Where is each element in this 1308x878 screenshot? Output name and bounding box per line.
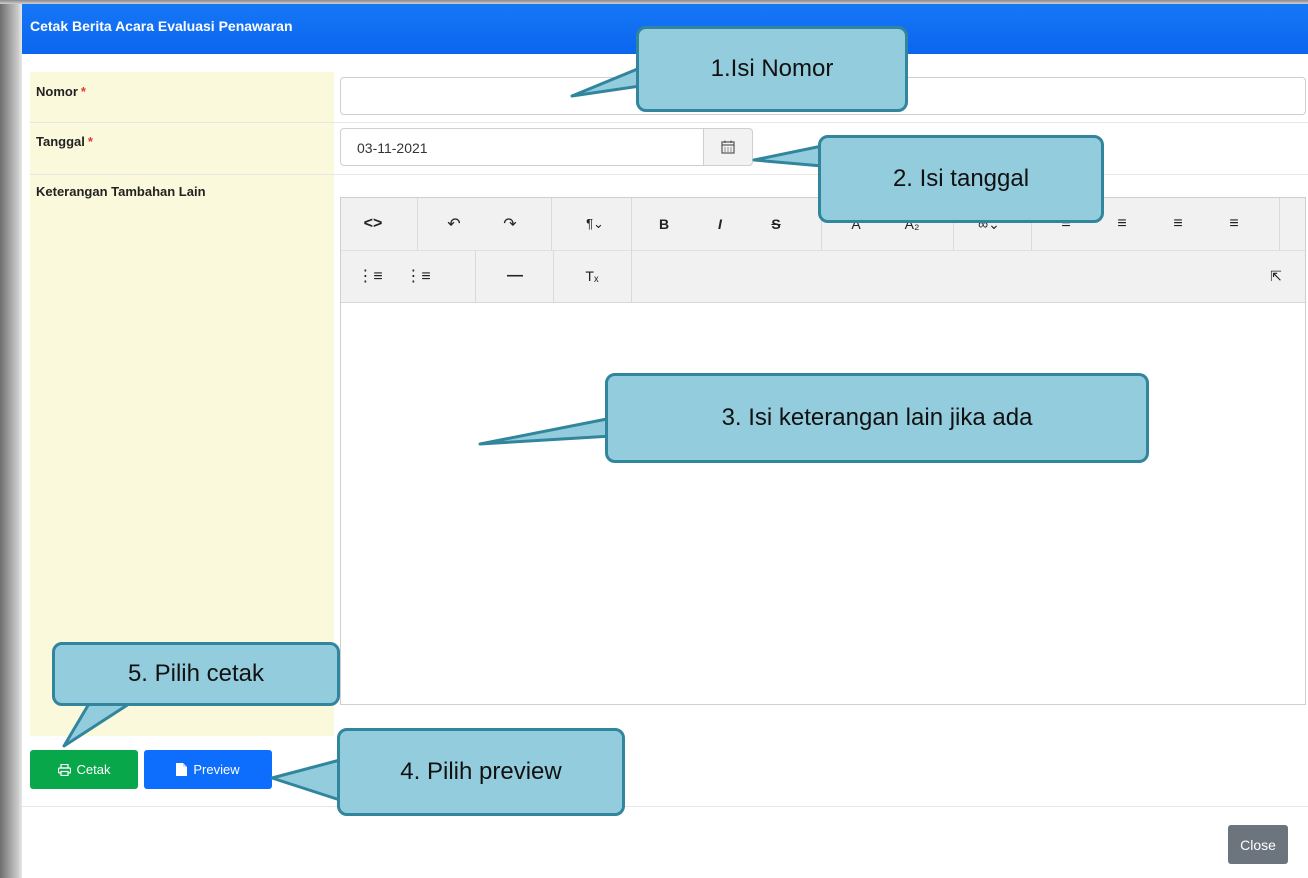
dialog-title: Cetak Berita Acara Evaluasi Penawaran <box>30 18 293 34</box>
undo-icon[interactable]: ↶ <box>439 198 469 250</box>
cetak-button[interactable]: Cetak <box>30 750 138 789</box>
callout-4: 4. Pilih preview <box>337 728 625 816</box>
callout-1: 1.Isi Nomor <box>636 26 908 112</box>
fullscreen-icon[interactable]: ⇱ <box>1261 250 1291 302</box>
unordered-list-icon[interactable]: ⋮≡ <box>403 250 433 302</box>
toolbar-separator <box>1279 198 1280 250</box>
row-divider <box>30 174 1308 175</box>
align-right-icon[interactable]: ≡ <box>1163 198 1193 250</box>
nomor-label: Nomor * <box>36 84 86 99</box>
calendar-icon <box>721 140 735 154</box>
code-view-icon[interactable]: <> <box>355 198 391 250</box>
callout-5: 5. Pilih cetak <box>52 642 340 706</box>
toolbar-separator <box>631 198 632 250</box>
tanggal-input[interactable]: 03-11-2021 <box>340 128 704 166</box>
print-icon <box>57 763 71 776</box>
required-mark: * <box>87 134 93 149</box>
toolbar-separator <box>417 198 418 250</box>
toolbar-row-2: ⋮≡ ⋮≡ — Tₓ ⇱ <box>341 250 1305 302</box>
callout-2: 2. Isi tanggal <box>818 135 1104 223</box>
cetak-label: Cetak <box>76 762 111 777</box>
clear-format-icon[interactable]: Tₓ <box>577 250 607 302</box>
required-mark: * <box>80 84 86 99</box>
ordered-list-icon[interactable]: ⋮≡ <box>355 250 385 302</box>
callout-3: 3. Isi keterangan lain jika ada <box>605 373 1149 463</box>
align-justify-icon[interactable]: ≡ <box>1219 198 1249 250</box>
bold-icon[interactable]: B <box>649 198 679 250</box>
paragraph-style-icon[interactable]: ¶⌄ <box>577 198 613 250</box>
calendar-button[interactable] <box>703 128 753 166</box>
redo-icon[interactable]: ↷ <box>495 198 525 250</box>
preview-button[interactable]: Preview <box>144 750 272 789</box>
toolbar-separator <box>553 250 554 302</box>
toolbar-separator <box>631 250 632 302</box>
file-icon <box>176 763 188 776</box>
italic-icon[interactable]: I <box>705 198 735 250</box>
align-center-icon[interactable]: ≡ <box>1107 198 1137 250</box>
tanggal-label: Tanggal * <box>36 134 93 149</box>
toolbar-separator <box>551 198 552 250</box>
horizontal-rule-icon[interactable]: — <box>497 250 533 302</box>
keterangan-label: Keterangan Tambahan Lain <box>36 184 206 199</box>
row-divider <box>30 122 1308 123</box>
label-column <box>30 72 334 736</box>
window-shadow-left <box>0 0 22 878</box>
toolbar-separator <box>475 250 476 302</box>
footer-divider <box>22 806 1308 807</box>
close-button[interactable]: Close <box>1228 825 1288 864</box>
strikethrough-icon[interactable]: S <box>761 198 791 250</box>
preview-label: Preview <box>193 762 240 777</box>
editor-content-area[interactable] <box>341 303 1305 704</box>
